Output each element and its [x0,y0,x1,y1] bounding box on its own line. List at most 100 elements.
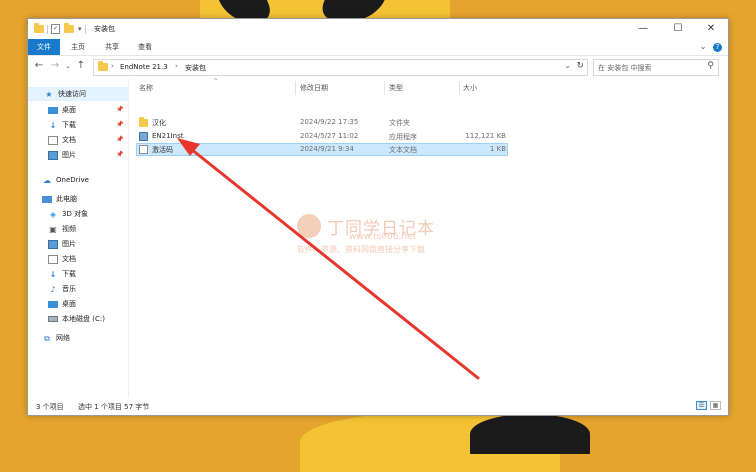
recent-locations-button[interactable]: ⌄ [62,60,74,72]
breadcrumb-endnote[interactable]: EndNote 21.3 [120,63,168,71]
nav-this-pc[interactable]: 此电脑 [42,192,77,206]
desktop-icon [48,106,58,114]
large-icons-view-button[interactable]: ▦ [710,401,721,410]
column-divider[interactable] [459,81,460,95]
explorer-window: ✓ ▾ 安装包 — ☐ ✕ 文件 主页 共享 查看 ⌄ ? ← → ⌄ ↑ › … [27,18,729,416]
nav-label: 视频 [62,225,76,233]
nav-pc-desktop[interactable]: 桌面 [48,297,76,311]
nav-label: 桌面 [62,106,76,114]
folder-icon [98,61,108,71]
column-header-size[interactable]: 大小 [463,83,477,93]
nav-quick-downloads[interactable]: ↓ 下载 [48,118,76,132]
nav-quick-documents[interactable]: 文档 [48,133,76,147]
nav-label: 本地磁盘 (C:) [62,315,105,323]
column-header-modified[interactable]: 修改日期 [300,83,328,93]
address-dropdown-icon[interactable]: ⌄ [564,61,571,70]
status-bar: 3 个项目 选中 1 个项目 57 字节 ☰ ▦ [28,397,728,415]
column-header-name[interactable]: 名称 [139,83,153,93]
window-title: 安装包 [94,25,115,33]
customize-toolbar-icon[interactable]: ▾ [78,25,82,33]
computer-icon [42,195,52,203]
nav-pc-local-disk[interactable]: 本地磁盘 (C:) [48,312,105,326]
nav-label: OneDrive [56,176,89,184]
properties-icon[interactable]: ✓ [51,24,60,34]
pin-icon: 📌 [116,136,124,143]
tab-file[interactable]: 文件 [28,39,60,55]
column-header-type[interactable]: 类型 [389,83,403,93]
cloud-icon: ☁ [43,175,51,185]
column-divider[interactable] [295,81,296,95]
nav-onedrive[interactable]: ☁ OneDrive [42,173,89,187]
toolbar-separator [84,24,86,34]
nav-pc-music[interactable]: ♪ 音乐 [48,282,76,296]
maximize-button[interactable]: ☐ [661,19,695,39]
column-divider[interactable] [384,81,385,95]
pictures-icon [48,150,58,160]
breadcrumb-separator: › [175,62,178,70]
network-icon: ⧉ [44,333,50,343]
documents-icon [48,135,58,145]
sort-indicator-icon: ^ [213,78,219,85]
3d-objects-icon: ◈ [49,209,57,219]
new-folder-icon[interactable] [64,23,74,33]
nav-pc-downloads[interactable]: ↓ 下载 [48,267,76,281]
title-bar: ✓ ▾ 安装包 — ☐ ✕ [28,19,728,39]
drive-icon [48,316,58,322]
search-input[interactable]: 在 安装包 中搜索 ⚲ [593,59,719,76]
up-button[interactable]: ↑ [75,60,87,72]
back-button[interactable]: ← [33,60,45,72]
refresh-icon[interactable]: ↻ [576,61,584,71]
nav-label: 桌面 [62,300,76,308]
status-selection: 选中 1 个项目 57 字节 [78,403,150,411]
file-size: 1 KB [489,145,506,153]
address-bar[interactable]: › EndNote 21.3 › 安装包 ⌄ ↻ [93,59,588,76]
nav-pc-pictures[interactable]: 图片 [48,237,76,251]
address-row: ← → ⌄ ↑ › EndNote 21.3 › 安装包 ⌄ ↻ 在 安装包 中… [28,56,728,78]
tab-view[interactable]: 查看 [131,39,159,55]
nav-label: 音乐 [62,285,76,293]
file-row[interactable]: EN21Inst 2024/5/27 11:02 应用程序 112,121 KB [136,130,508,143]
nav-pc-3d-objects[interactable]: ◈ 3D 对象 [48,207,88,221]
file-size: 112,121 KB [465,132,506,140]
forward-button[interactable]: → [49,60,61,72]
nav-network[interactable]: ⧉ 网络 [42,331,70,345]
close-button[interactable]: ✕ [694,19,728,39]
expand-ribbon-icon[interactable]: ⌄ [700,42,707,51]
file-row[interactable]: 汉化 2024/9/22 17:35 文件夹 [136,116,508,129]
nav-quick-desktop[interactable]: 桌面 [48,103,76,117]
minimize-button[interactable]: — [626,19,660,39]
file-name: 激活码 [152,146,173,154]
navigation-pane: ★ 快速访问 桌面 📌 ↓ 下载 📌 文档 📌 图片 📌 ☁ OneDrive [28,79,129,397]
nav-label: 网络 [56,334,70,342]
ribbon: 文件 主页 共享 查看 ⌄ ? [28,39,728,56]
help-icon[interactable]: ? [713,43,722,52]
videos-icon: ▣ [49,224,57,234]
tab-share[interactable]: 共享 [98,39,126,55]
nav-quick-pictures[interactable]: 图片 [48,148,76,162]
file-type: 文件夹 [389,119,410,127]
quick-access-toolbar: ✓ ▾ [34,23,89,34]
nav-pc-documents[interactable]: 文档 [48,252,76,266]
nav-label: 下载 [62,270,76,278]
file-modified: 2024/9/22 17:35 [300,118,359,126]
watermark-subtitle: 软件、资源、资料网盘直接分享下载 [297,245,425,254]
nav-pc-videos[interactable]: ▣ 视频 [48,222,76,236]
desktop-icon [48,300,58,308]
search-placeholder: 在 安装包 中搜索 [598,64,652,72]
breadcrumb-current[interactable]: 安装包 [185,63,206,73]
nav-label: 下载 [62,121,76,129]
music-icon: ♪ [50,284,56,294]
search-icon[interactable]: ⚲ [707,61,714,71]
file-row-selected[interactable]: 激活码 2024/9/21 9:34 文本文档 1 KB [136,143,508,156]
nav-label: 图片 [62,240,76,248]
nav-quick-access[interactable]: ★ 快速访问 [28,87,128,101]
folder-icon[interactable] [34,23,44,33]
text-file-icon [139,145,148,154]
download-icon: ↓ [49,120,57,130]
star-icon: ★ [45,89,53,99]
nav-label: 此电脑 [56,195,77,203]
breadcrumb-separator: › [111,62,114,70]
details-view-button[interactable]: ☰ [696,401,707,410]
tab-home[interactable]: 主页 [64,39,92,55]
nav-label: 文档 [62,255,76,263]
